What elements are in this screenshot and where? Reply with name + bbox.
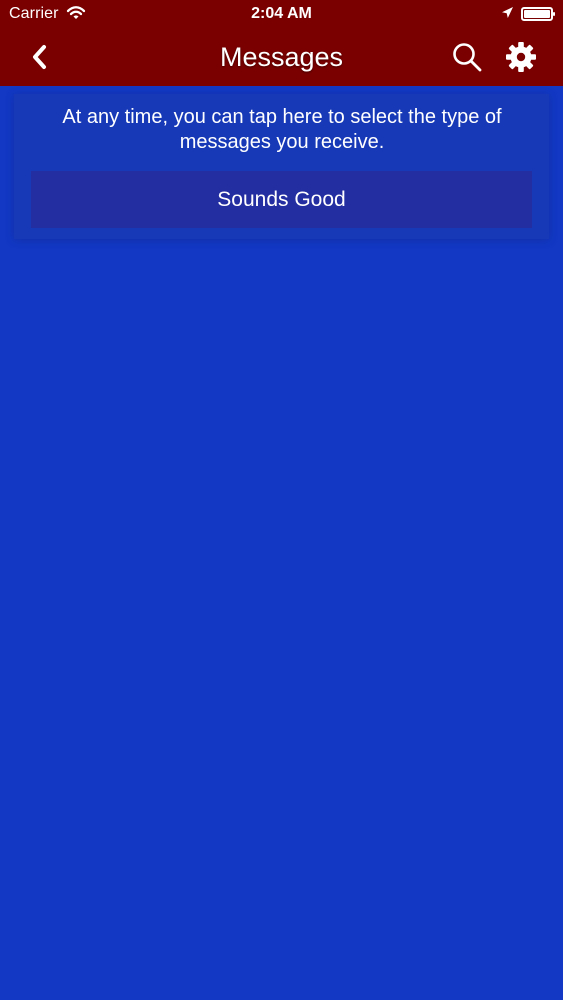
status-time: 2:04 AM bbox=[251, 5, 312, 22]
status-bar: Carrier 2:04 AM bbox=[0, 0, 563, 28]
settings-button[interactable] bbox=[502, 39, 540, 75]
app-header: Carrier 2:04 AM Messages bbox=[0, 0, 563, 86]
messages-screen: Carrier 2:04 AM Messages At any time, yo… bbox=[0, 0, 563, 1000]
battery-icon bbox=[521, 6, 556, 22]
message-type-hint-card: At any time, you can tap here to select … bbox=[14, 94, 549, 239]
back-button[interactable] bbox=[22, 36, 62, 76]
navigation-bar: Messages bbox=[0, 28, 563, 86]
chevron-left-icon bbox=[33, 45, 46, 69]
search-icon bbox=[453, 43, 482, 72]
hint-message: At any time, you can tap here to select … bbox=[62, 106, 502, 153]
search-button[interactable] bbox=[449, 39, 485, 75]
location-arrow-icon bbox=[499, 5, 515, 21]
gear-icon bbox=[506, 42, 536, 72]
sounds-good-button[interactable]: Sounds Good bbox=[31, 171, 532, 228]
